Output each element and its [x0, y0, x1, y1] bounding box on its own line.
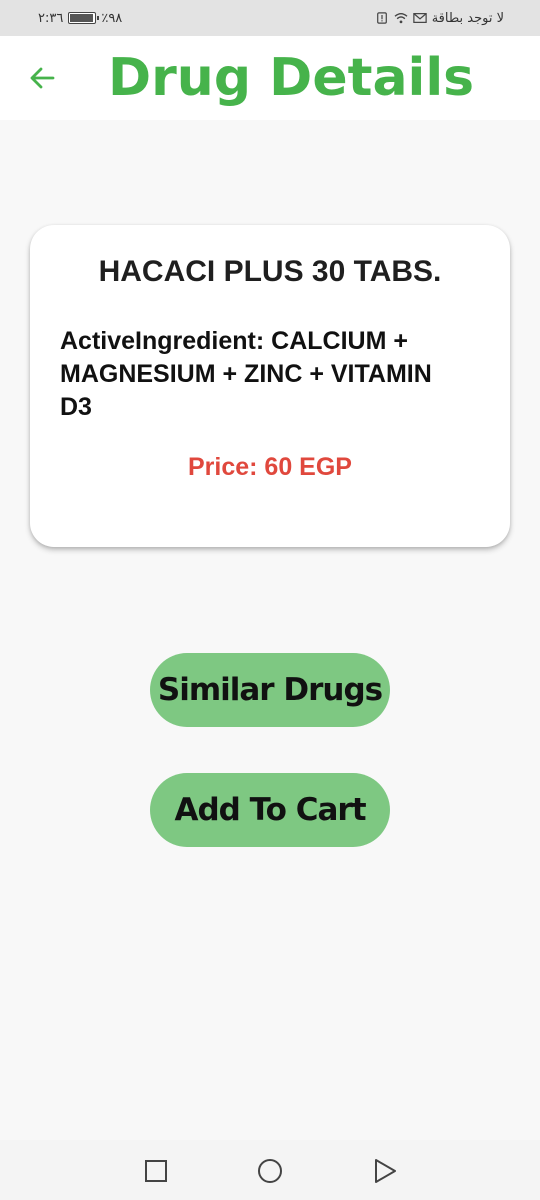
battery-icon: [68, 12, 100, 24]
similar-drugs-button[interactable]: Similar Drugs: [150, 653, 390, 727]
square-recent-icon[interactable]: [143, 1158, 169, 1184]
status-right: لا توجد بطاقة: [375, 11, 504, 26]
drug-price: Price: 60 EGP: [188, 453, 352, 481]
drug-name: HACACI PLUS 30 TABS.: [98, 255, 442, 288]
status-left: ٢:٣٦ ٪٩٨: [38, 11, 122, 26]
wifi-icon: [394, 13, 408, 24]
system-nav-bar: [0, 1140, 540, 1200]
drug-card: HACACI PLUS 30 TABS. ActiveIngredient: C…: [30, 225, 510, 547]
page-title: Drug Details: [108, 48, 475, 108]
mail-icon: [412, 13, 427, 23]
circle-home-icon[interactable]: [257, 1158, 283, 1184]
sim-alert-icon: [376, 12, 387, 24]
add-to-cart-button[interactable]: Add To Cart: [150, 773, 390, 847]
app-bar: Drug Details: [0, 36, 540, 120]
triangle-back-icon[interactable]: [372, 1158, 398, 1184]
back-button[interactable]: [26, 62, 58, 94]
carrier-label: لا توجد بطاقة: [431, 10, 504, 26]
battery-level: ٪٩٨: [101, 10, 123, 26]
arrow-left-icon: [30, 67, 55, 89]
status-bar: ٢:٣٦ ٪٩٨ لا توجد بطاقة: [0, 0, 540, 36]
active-ingredient: ActiveIngredient: CALCIUM + MAGNESIUM + …: [60, 327, 432, 421]
clock: ٢:٣٦: [38, 10, 64, 26]
